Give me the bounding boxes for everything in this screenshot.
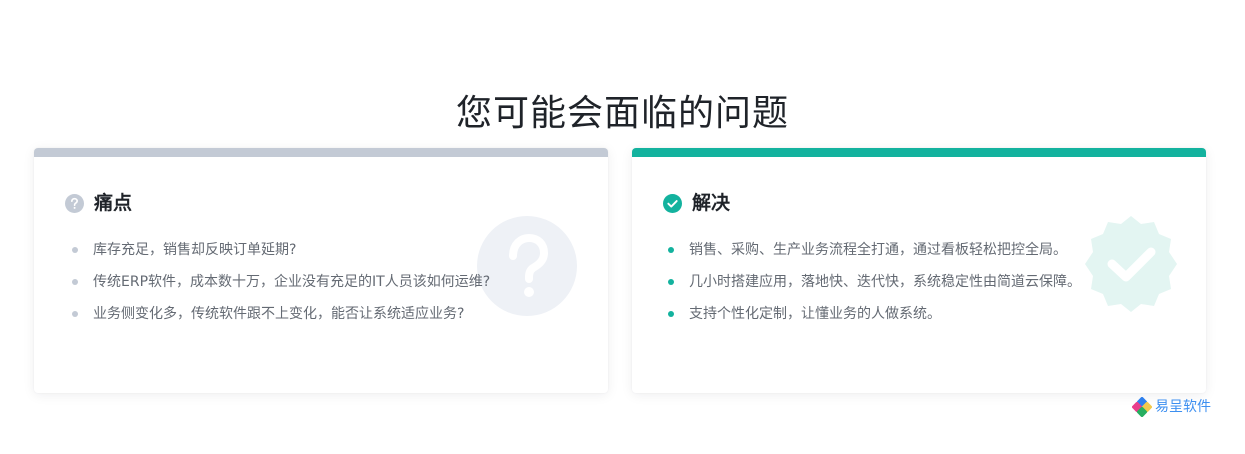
bullet-dot [668,311,674,317]
solve-list: 销售、采购、生产业务流程全打通，通过看板轻松把控全局。 几小时搭建应用，落地快、… [668,234,1081,330]
pain-card-heading: 痛点 [94,192,133,214]
solve-list-item: 支持个性化定制，让懂业务的人做系统。 [668,298,1081,330]
pain-item-text: 业务侧变化多，传统软件跟不上变化，能否让系统适应业务? [93,306,465,322]
pain-card-top-bar [34,148,608,157]
bullet-dot [72,311,78,317]
bullet-dot [668,279,674,285]
page: 您可能会面临的问题 痛点 库存充足，销售却反映订单延期? 传统ERP软件，成本数… [0,0,1245,454]
solve-item-text: 销售、采购、生产业务流程全打通，通过看板轻松把控全局。 [689,242,1067,258]
solve-card-top-bar [632,148,1206,157]
solve-item-text: 支持个性化定制，让懂业务的人做系统。 [689,306,941,322]
solve-list-item: 几小时搭建应用，落地快、迭代快，系统稳定性由简道云保障。 [668,266,1081,298]
pain-list-item: 传统ERP软件，成本数十万，企业没有充足的IT人员该如何运维? [72,266,490,298]
pain-card: 痛点 库存充足，销售却反映订单延期? 传统ERP软件，成本数十万，企业没有充足的… [34,148,608,393]
bullet-dot [72,279,78,285]
solve-card-heading: 解决 [692,192,731,214]
watermark: 易呈软件 [1132,396,1211,418]
pain-item-text: 传统ERP软件，成本数十万，企业没有充足的IT人员该如何运维? [93,274,491,290]
bullet-dot [72,247,78,253]
brand-logo-icon [1132,397,1152,417]
bullet-dot [668,247,674,253]
pain-list-item: 库存充足，销售却反映订单延期? [72,234,490,266]
question-circle-icon [65,193,84,213]
pain-card-header: 痛点 [65,191,132,215]
pain-item-text: 库存充足，销售却反映订单延期? [93,242,297,258]
pain-list-item: 业务侧变化多，传统软件跟不上变化，能否让系统适应业务? [72,298,490,330]
question-mark-decoration-icon [477,216,577,316]
solve-card: 解决 销售、采购、生产业务流程全打通，通过看板轻松把控全局。 几小时搭建应用，落… [632,148,1206,393]
check-circle-icon [663,193,682,213]
solve-card-header: 解决 [663,191,730,215]
solve-item-text: 几小时搭建应用，落地快、迭代快，系统稳定性由简道云保障。 [689,274,1081,290]
section-title: 您可能会面临的问题 [455,92,789,134]
solve-list-item: 销售、采购、生产业务流程全打通，通过看板轻松把控全局。 [668,234,1081,266]
watermark-text: 易呈软件 [1155,399,1211,415]
pain-list: 库存充足，销售却反映订单延期? 传统ERP软件，成本数十万，企业没有充足的IT人… [72,234,490,330]
check-badge-decoration-icon [1085,216,1177,312]
